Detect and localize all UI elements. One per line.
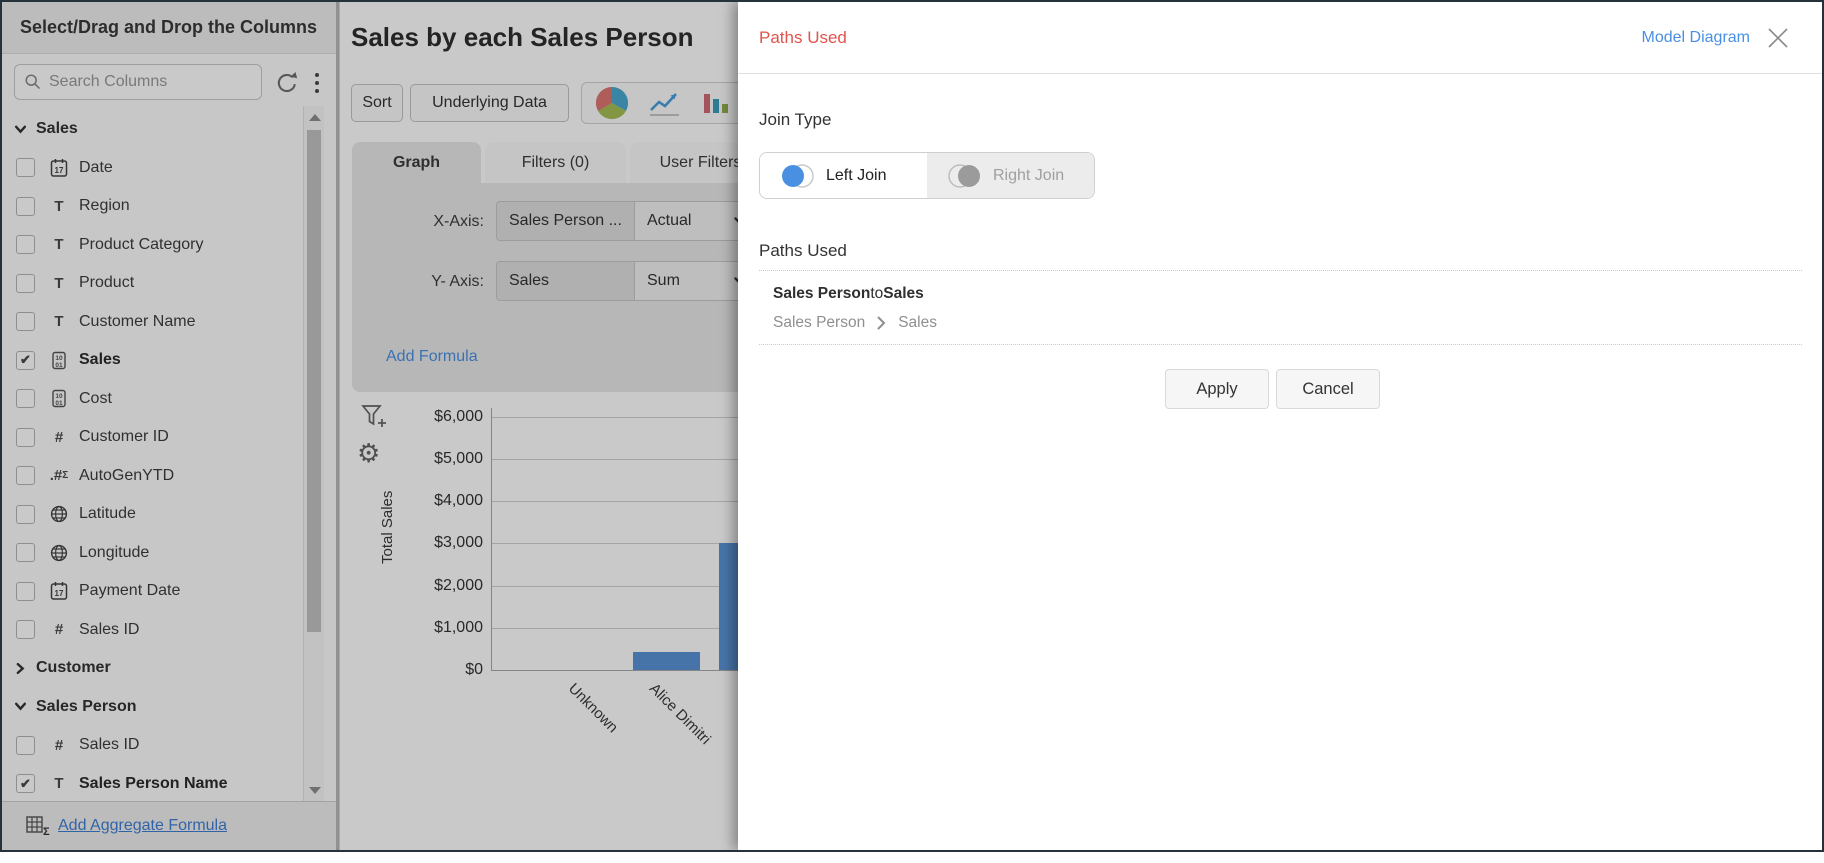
join-type-label: Join Type bbox=[759, 110, 831, 130]
path-connector: to bbox=[870, 285, 883, 302]
close-icon[interactable] bbox=[1766, 26, 1790, 50]
dialog-title: Paths Used bbox=[759, 28, 847, 48]
path-step-from: Sales Person bbox=[773, 314, 865, 332]
paths-used-dialog: Paths Used Model Diagram Join Type Left … bbox=[738, 2, 1822, 850]
app-window: Select/Drag and Drop the Columns Sales 1… bbox=[0, 0, 1824, 852]
apply-button[interactable]: Apply bbox=[1165, 369, 1269, 409]
model-diagram-link[interactable]: Model Diagram bbox=[1642, 29, 1750, 47]
path-step-to: Sales bbox=[898, 314, 937, 332]
cancel-button[interactable]: Cancel bbox=[1276, 369, 1380, 409]
path-to-bold: Sales bbox=[883, 285, 924, 302]
right-join-option[interactable]: Right Join bbox=[927, 153, 1094, 198]
right-join-label: Right Join bbox=[993, 167, 1064, 185]
path-from-bold: Sales Person bbox=[773, 285, 870, 302]
dotted-separator bbox=[759, 344, 1802, 345]
left-join-venn-icon bbox=[780, 163, 816, 189]
chevron-right-icon bbox=[877, 316, 886, 330]
right-join-venn-icon bbox=[947, 163, 983, 189]
paths-section-title: Paths Used bbox=[759, 241, 847, 261]
path-name: Sales PersontoSales bbox=[773, 285, 924, 303]
path-steps: Sales Person Sales bbox=[773, 314, 937, 332]
dialog-header: Paths Used Model Diagram bbox=[738, 2, 1822, 74]
left-join-label: Left Join bbox=[826, 167, 886, 185]
dotted-separator bbox=[759, 270, 1802, 271]
left-join-option[interactable]: Left Join bbox=[760, 153, 927, 198]
join-type-toggle: Left Join Right Join bbox=[759, 152, 1095, 199]
